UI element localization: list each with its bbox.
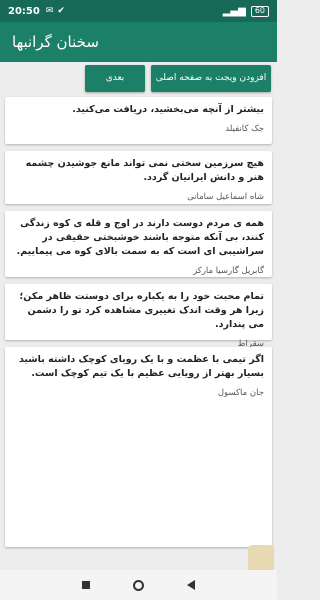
next-button[interactable]: بعدی	[85, 64, 145, 92]
quote-card[interactable]: تمام محبت خود را به یکباره برای دوستت ظا…	[5, 284, 272, 349]
home-icon[interactable]	[132, 579, 144, 591]
check-icon: ✔	[57, 6, 65, 16]
app-title: سخنان گرانبها	[12, 33, 99, 51]
system-icons: ▂▄▆ 60	[222, 5, 269, 17]
status-bar: 20:50 ✉ ✔ ▂▄▆ 60	[0, 0, 277, 22]
quote-text: همه ی مردم دوست دارند در اوج و قله ی کوه…	[16, 218, 264, 257]
status-time: 20:50	[8, 5, 40, 17]
battery-level: 60	[254, 6, 265, 15]
signal-icon: ▂▄▆	[222, 5, 246, 17]
action-buttons: بعدی افزودن ویجت به صفحه اصلی	[0, 62, 277, 94]
quote-card[interactable]: همه ی مردم دوست دارند در اوج و قله ی کوه…	[5, 211, 272, 277]
app-bar: سخنان گرانبها	[0, 22, 277, 62]
recents-icon[interactable]	[81, 581, 90, 589]
quote-card[interactable]: هیچ سرزمین سختی نمی تواند مانع جوشیدن چش…	[5, 151, 272, 204]
quote-author: جک کانفیلد	[225, 124, 264, 134]
quote-text: بیشتر از آنچه می‌بخشید، دریافت می‌کنید.	[72, 104, 264, 115]
quote-author: گابریل گارسیا مارکز	[193, 266, 264, 276]
notification-icon: ✉	[45, 6, 54, 16]
notification-icons: ✉ ✔	[46, 6, 65, 16]
quote-author: جان ماکسول	[217, 388, 264, 398]
system-nav-bar	[0, 570, 277, 600]
battery-icon: 60	[250, 5, 269, 17]
quote-text: تمام محبت خود را به یکباره برای دوستت ظا…	[19, 291, 264, 330]
quote-text: اگر تیمی با عظمت و با یک رویای کوچک داشت…	[18, 354, 264, 379]
quote-card[interactable]: بیشتر از آنچه می‌بخشید، دریافت می‌کنید. …	[5, 97, 272, 144]
quote-text: هیچ سرزمین سختی نمی تواند مانع جوشیدن چش…	[25, 158, 264, 183]
quote-author: شاه اسماعیل سامانی	[187, 192, 264, 202]
quote-list: بیشتر از آنچه می‌بخشید، دریافت می‌کنید. …	[5, 97, 272, 547]
add-widget-button[interactable]: افزودن ویجت به صفحه اصلی	[151, 64, 271, 92]
back-icon[interactable]	[187, 580, 196, 590]
quote-card[interactable]: اگر تیمی با عظمت و با یک رویای کوچک داشت…	[5, 347, 272, 547]
